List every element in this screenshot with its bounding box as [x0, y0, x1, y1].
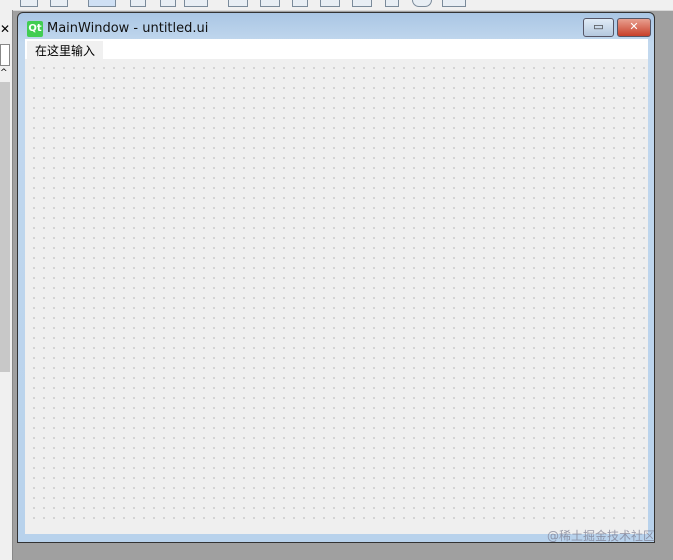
main-window-form[interactable]: Qt MainWindow - untitled.ui ▭ ✕ 在这里输入	[17, 12, 655, 543]
menu-bar: 在这里输入	[25, 39, 648, 60]
close-icon[interactable]: ✕	[0, 22, 10, 36]
layout-button[interactable]	[352, 0, 372, 7]
designer-toolbar	[0, 0, 673, 11]
side-panel: ✕ ^	[0, 10, 13, 560]
minimize-button[interactable]: ▭	[583, 18, 614, 37]
watermark: @稀土掘金技术社区	[546, 529, 655, 543]
layout-button[interactable]	[292, 0, 308, 7]
scroll-up-icon[interactable]: ^	[0, 68, 8, 78]
layout-button[interactable]	[260, 0, 280, 7]
scrollbar[interactable]	[0, 82, 10, 372]
toolbar-button[interactable]	[50, 0, 68, 7]
menu-type-here[interactable]: 在这里输入	[27, 41, 104, 60]
adjust-size-button[interactable]	[442, 0, 466, 7]
toolbar-button[interactable]	[160, 0, 176, 7]
toolbar-button[interactable]	[130, 0, 146, 7]
break-layout-button[interactable]	[412, 0, 432, 7]
layout-button[interactable]	[320, 0, 340, 7]
layout-button[interactable]	[385, 0, 399, 7]
close-button[interactable]: ✕	[617, 18, 651, 37]
layout-button[interactable]	[228, 0, 248, 7]
toolbar-button[interactable]	[20, 0, 38, 7]
qt-logo-icon: Qt	[27, 21, 43, 37]
toolbar-button[interactable]	[184, 0, 208, 7]
window-title: MainWindow - untitled.ui	[47, 21, 209, 36]
edit-widgets-button[interactable]	[88, 0, 116, 7]
central-widget-grid[interactable]	[25, 59, 648, 534]
filter-input[interactable]	[0, 44, 10, 66]
